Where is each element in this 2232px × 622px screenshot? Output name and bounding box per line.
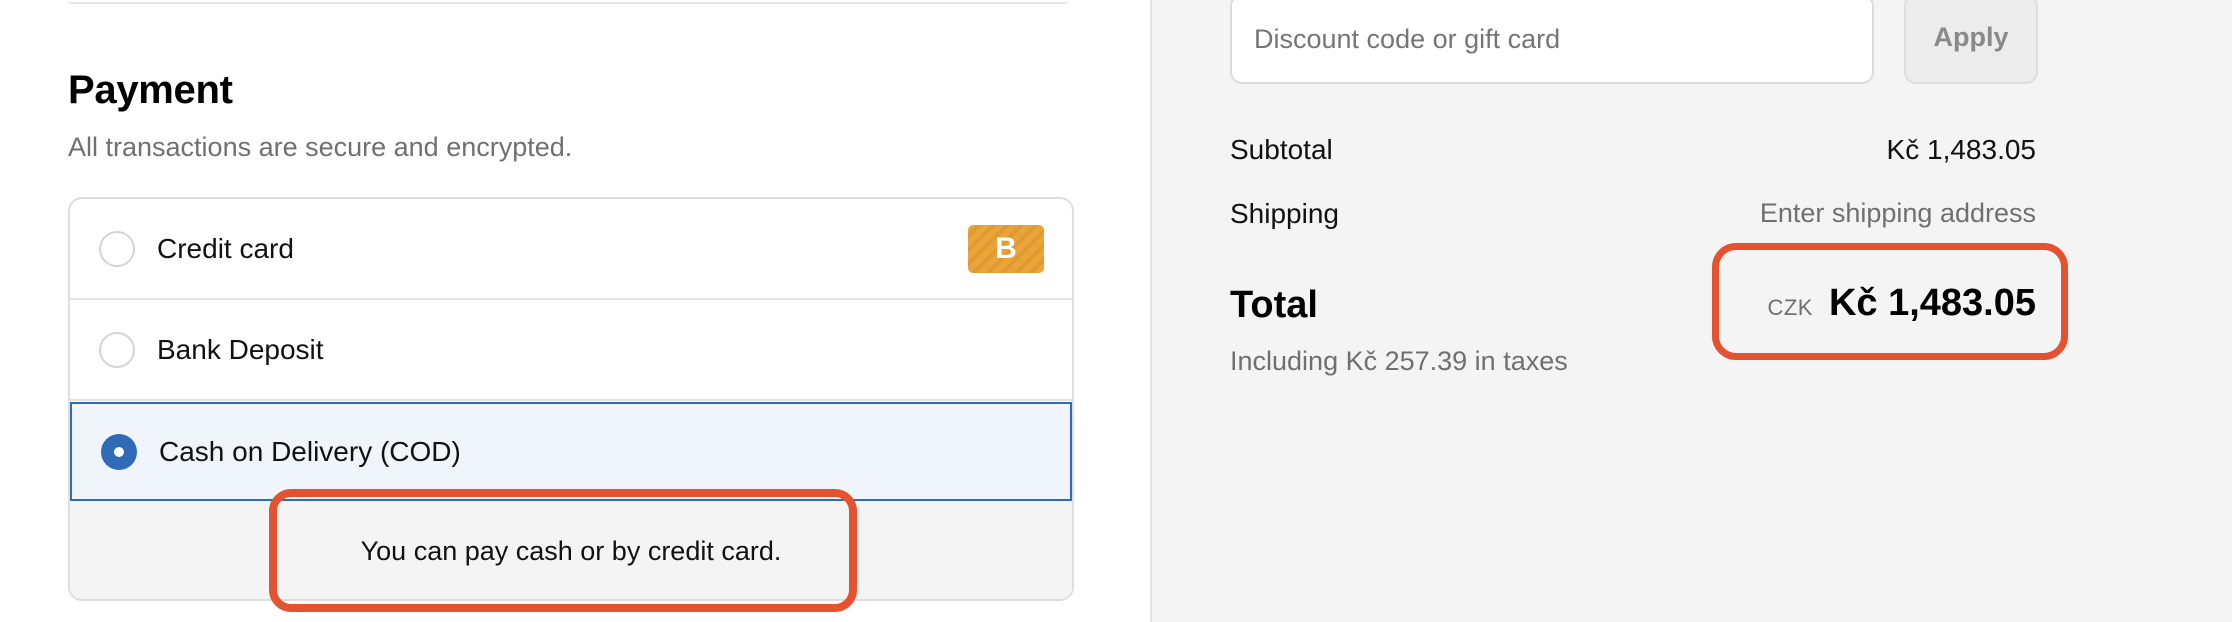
discount-code-input[interactable]	[1230, 0, 1874, 84]
radio-unchecked-icon[interactable]	[99, 230, 135, 267]
subtotal-label: Subtotal	[1230, 134, 1333, 165]
annotation-highlight-cod-info	[269, 489, 857, 612]
payment-method-label: Credit card	[157, 232, 294, 264]
annotation-highlight-total	[1712, 243, 2068, 360]
apply-discount-button[interactable]: Apply	[1904, 0, 2038, 84]
payment-section: Payment All transactions are secure and …	[0, 0, 1150, 622]
checkout-page: Payment All transactions are secure and …	[0, 0, 2232, 622]
subtotal-value: Kč 1,483.05	[1886, 134, 2036, 165]
shipping-label: Shipping	[1230, 198, 1339, 229]
total-label: Total	[1230, 284, 1318, 326]
previous-section-edge	[68, 0, 1068, 4]
credit-card-brand-icon: B	[968, 224, 1044, 273]
order-summary: Apply Subtotal Kč 1,483.05 Shipping Ente…	[1150, 0, 2232, 622]
radio-checked-icon[interactable]	[101, 433, 137, 470]
tax-note: Including Kč 257.39 in taxes	[1230, 346, 1568, 376]
payment-title: Payment	[68, 68, 233, 112]
radio-unchecked-icon[interactable]	[99, 331, 135, 368]
payment-method-credit-card[interactable]: Credit card B	[70, 199, 1072, 300]
payment-method-bank-deposit[interactable]: Bank Deposit	[70, 300, 1072, 401]
shipping-value: Enter shipping address	[1759, 198, 2036, 228]
payment-method-label: Cash on Delivery (COD)	[159, 435, 461, 467]
payment-method-cod[interactable]: Cash on Delivery (COD)	[70, 402, 1072, 501]
payment-method-label: Bank Deposit	[157, 333, 324, 365]
payment-subtitle: All transactions are secure and encrypte…	[68, 132, 573, 162]
